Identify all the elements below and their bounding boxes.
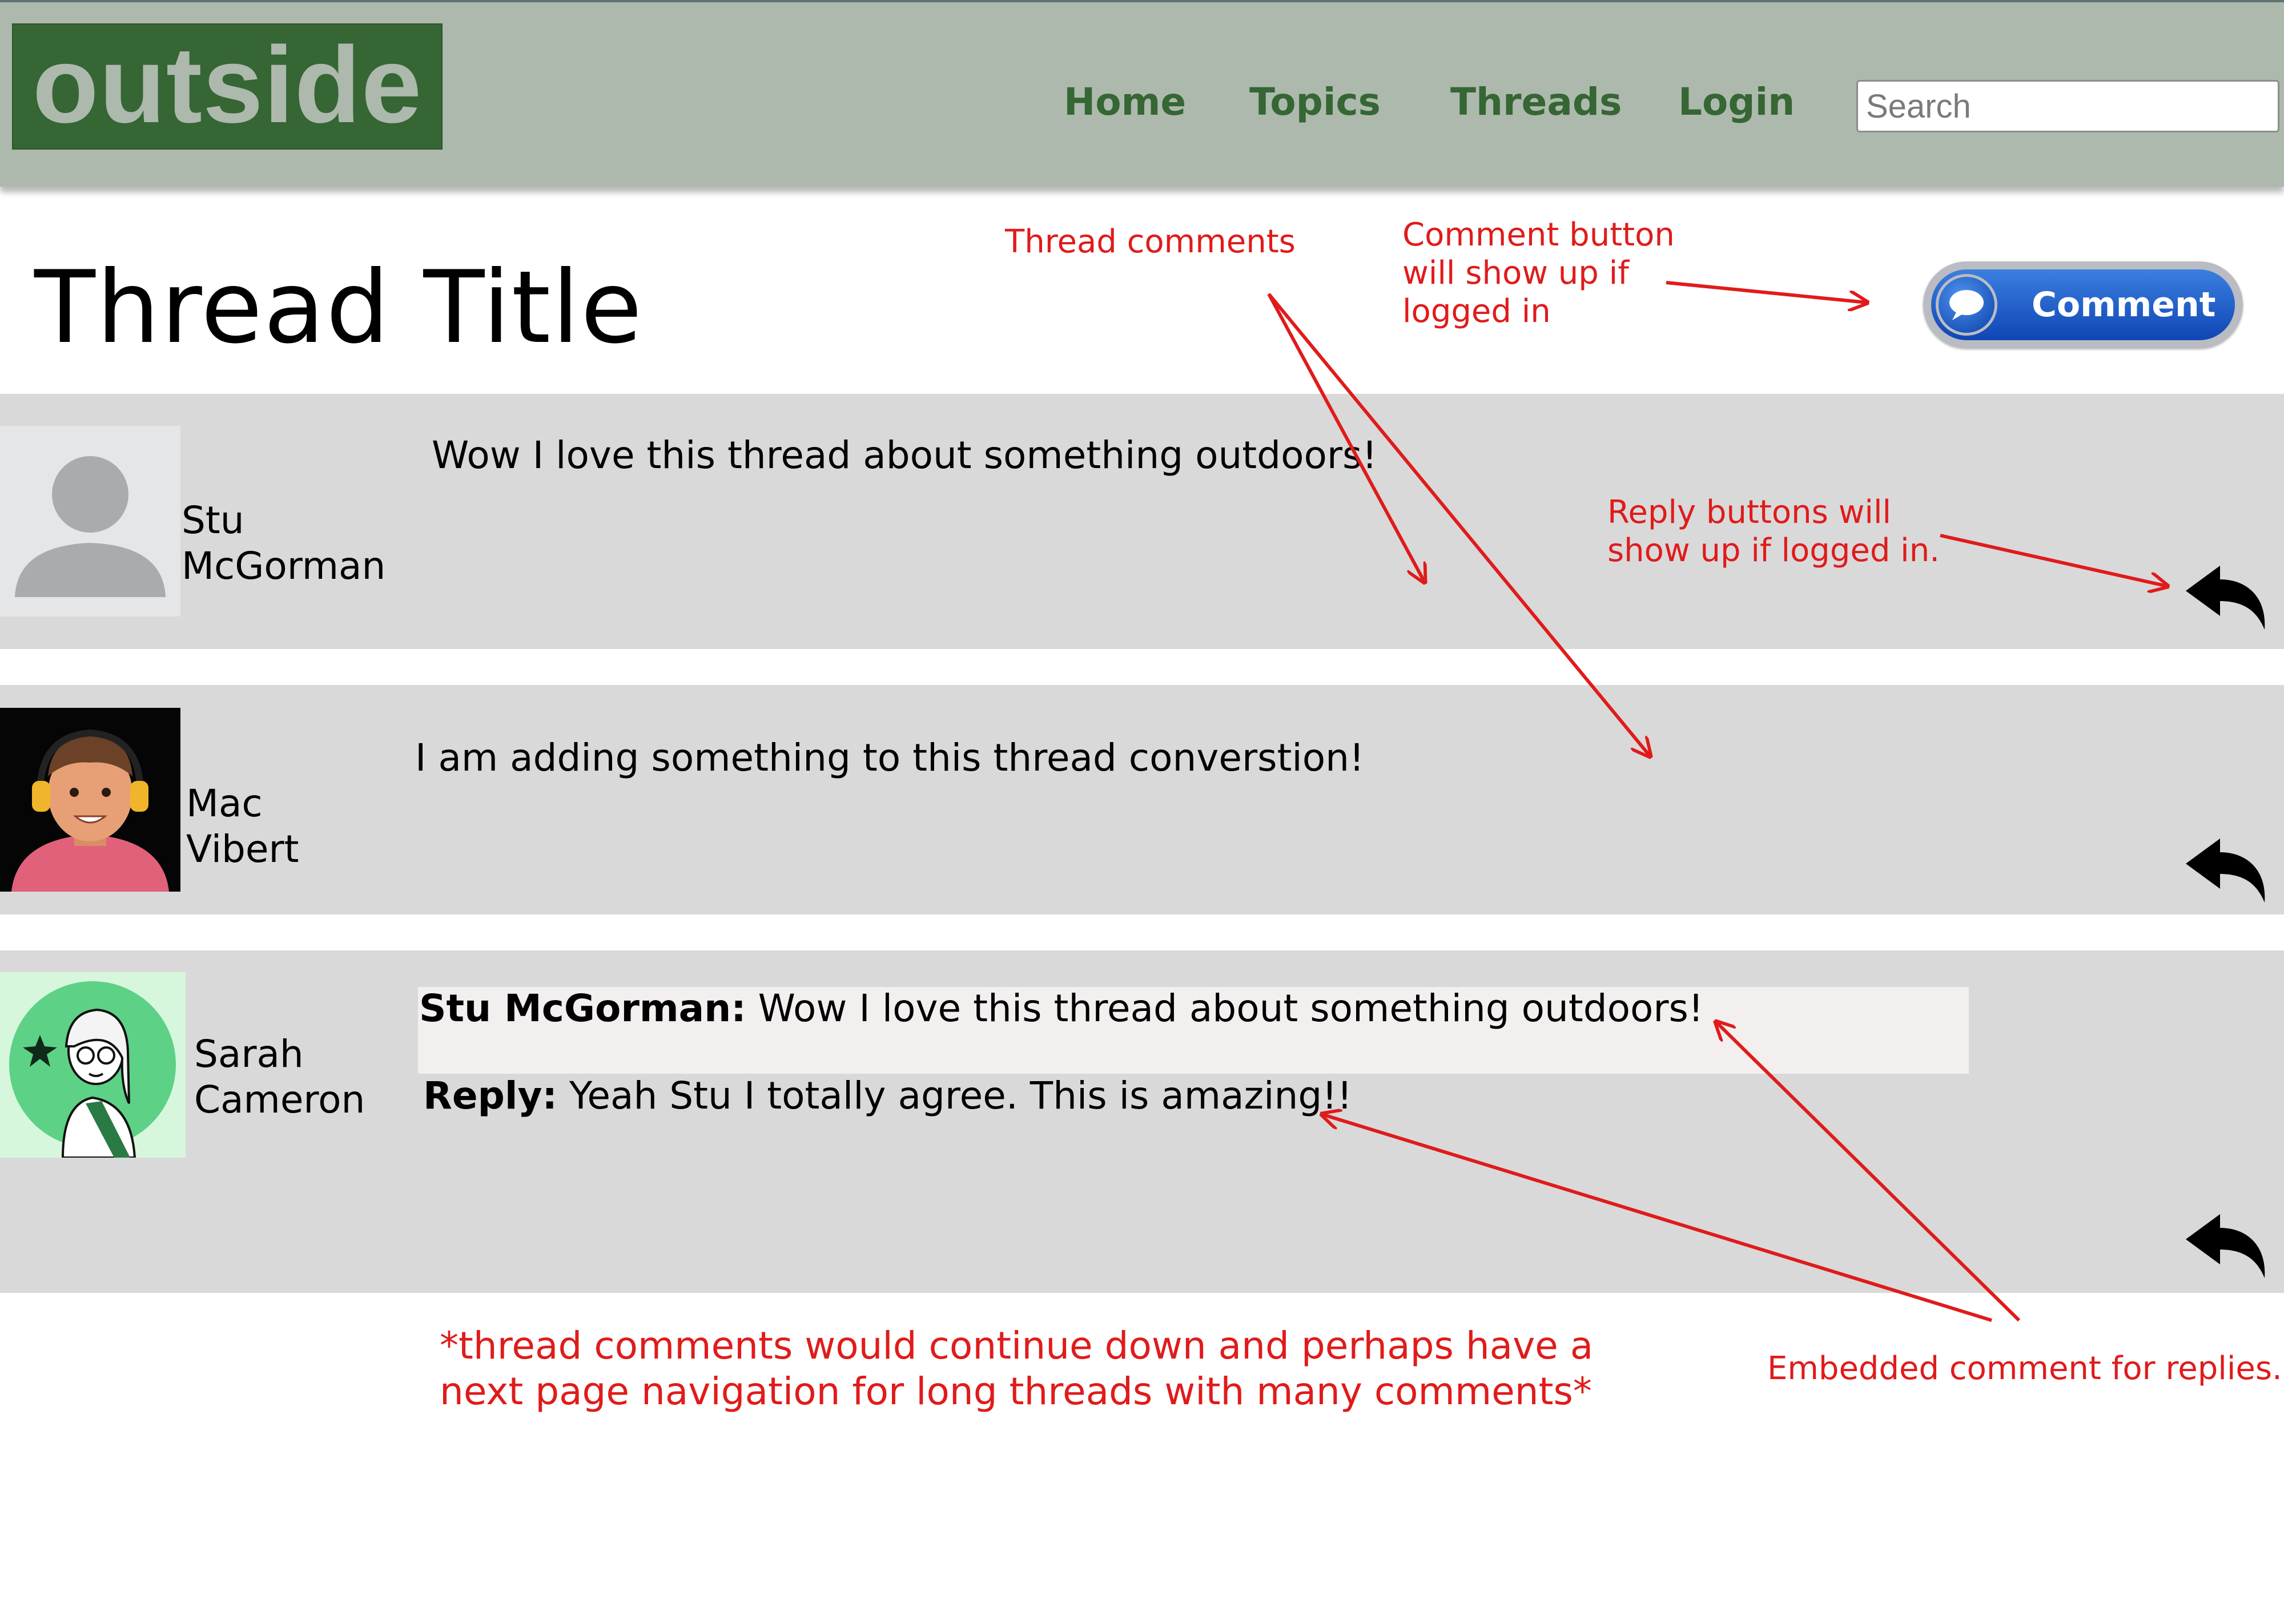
comment-button[interactable]: Comment xyxy=(1923,261,2243,348)
annotation-reply-buttons: Reply buttons will show up if logged in. xyxy=(1607,493,1940,570)
annotation-embedded: Embedded comment for replies. xyxy=(1767,1350,2282,1387)
author-first-name: Stu xyxy=(182,498,244,542)
reply-label: Reply: xyxy=(423,1074,557,1118)
nav-threads[interactable]: Threads xyxy=(1450,76,1622,128)
annotation-line: logged in xyxy=(1402,293,1551,330)
avatar-sarah xyxy=(0,972,186,1158)
reply-icon[interactable] xyxy=(2184,835,2268,906)
annotation-line: *thread comments would continue down and… xyxy=(440,1324,1594,1368)
speech-bubble-icon xyxy=(1936,274,1997,336)
comment-author: Stu McGorman xyxy=(182,498,385,589)
arrow xyxy=(1666,281,1867,303)
comment-author: Mac Vibert xyxy=(186,781,299,872)
annotation-line: Comment button xyxy=(1402,216,1675,253)
avatar-mac xyxy=(0,708,180,892)
site-logo[interactable]: outside xyxy=(12,23,443,150)
reply-icon[interactable] xyxy=(2184,1211,2268,1282)
page-title: Thread Title xyxy=(34,250,644,366)
reply-body: Yeah Stu I totally agree. This is amazin… xyxy=(569,1074,1353,1118)
nav-topics[interactable]: Topics xyxy=(1249,76,1381,128)
author-first-name: Mac xyxy=(186,781,263,825)
annotation-line: will show up if xyxy=(1402,255,1629,292)
annotation-line: show up if logged in. xyxy=(1607,532,1940,569)
avatar-illustration xyxy=(11,729,169,892)
site-header: outside Home Topics Threads Login xyxy=(0,0,2284,187)
embedded-author: Stu McGorman: xyxy=(419,986,746,1030)
comment-row: Sarah Cameron Stu McGorman: Wow I love t… xyxy=(0,950,2284,1293)
author-last-name: Cameron xyxy=(194,1078,365,1122)
comment-button-label: Comment xyxy=(2032,285,2216,325)
annotation-continue: *thread comments would continue down and… xyxy=(440,1323,1593,1415)
author-first-name: Sarah xyxy=(194,1032,304,1076)
comment-row: Stu McGorman Wow I love this thread abou… xyxy=(0,394,2284,649)
search-input[interactable] xyxy=(1856,80,2279,132)
embedded-text: Wow I love this thread about something o… xyxy=(758,986,1704,1030)
comment-text: I am adding something to this thread con… xyxy=(415,736,1365,780)
annotation-thread-comments: Thread comments xyxy=(1005,223,1296,260)
reply-text: Reply: Yeah Stu I totally agree. This is… xyxy=(423,1073,1352,1119)
avatar-illustration xyxy=(9,981,176,1158)
avatar-default xyxy=(0,426,180,616)
embedded-comment-text: Stu McGorman: Wow I love this thread abo… xyxy=(419,986,1703,1031)
reply-icon[interactable] xyxy=(2184,562,2268,633)
comment-text: Wow I love this thread about something o… xyxy=(432,433,1377,477)
nav-login[interactable]: Login xyxy=(1678,76,1795,128)
author-last-name: Vibert xyxy=(186,827,299,871)
annotation-comment-button: Comment button will show up if logged in xyxy=(1402,216,1675,331)
annotation-line: Reply buttons will xyxy=(1607,494,1892,531)
comment-row: Mac Vibert I am adding something to this… xyxy=(0,685,2284,914)
annotation-line: next page navigation for long threads wi… xyxy=(440,1369,1592,1413)
nav-home[interactable]: Home xyxy=(1064,76,1186,128)
author-last-name: McGorman xyxy=(182,544,386,588)
person-placeholder-icon xyxy=(15,456,166,597)
comment-author: Sarah Cameron xyxy=(194,1031,365,1123)
